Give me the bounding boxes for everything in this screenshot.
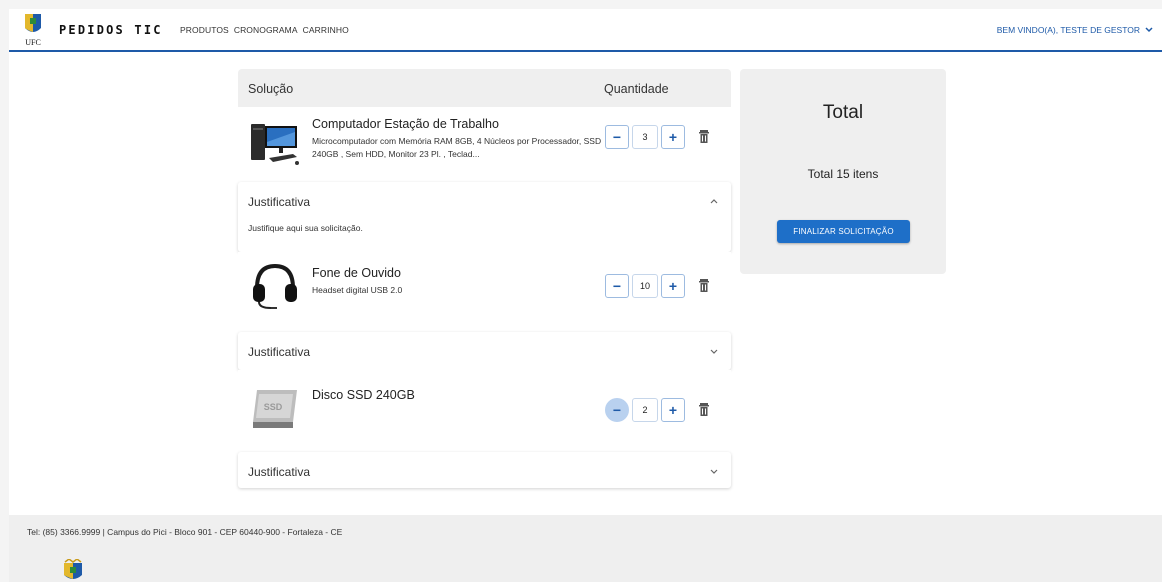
app-header: UFC PEDIDOS TIC PRODUTOS CRONOGRAMA CARR… <box>9 9 1162 52</box>
footer-contact: Tel: (85) 3366.9999 | Campus do Pici - B… <box>27 527 343 537</box>
decrement-button[interactable]: − <box>605 274 629 298</box>
decrement-button[interactable]: − <box>605 398 629 422</box>
justification-toggle[interactable]: Justificativa <box>238 182 731 220</box>
item-description: Microcomputador com Memória RAM 8GB, 4 N… <box>312 136 602 159</box>
svg-text:SSD: SSD <box>264 402 283 412</box>
computer-image <box>251 124 299 165</box>
cart-item: SSD Disco SSD 240GB − 2 + <box>238 370 731 452</box>
decrement-button[interactable]: − <box>605 125 629 149</box>
nav-carrinho[interactable]: CARRINHO <box>303 25 349 35</box>
ssd-image: SSD <box>253 390 297 428</box>
cart-header: Solução Quantidade <box>238 69 731 107</box>
logo-text: UFC <box>25 38 41 47</box>
justification-label: Justificativa <box>248 465 311 479</box>
quantity-value[interactable]: 3 <box>632 125 658 149</box>
chevron-down-icon <box>710 469 718 474</box>
user-menu[interactable]: BEM VINDO(A), TESTE DE GESTOR <box>997 25 1153 35</box>
justification-panel: Justificativa Justifique aqui sua solici… <box>238 182 731 252</box>
page: UFC PEDIDOS TIC PRODUTOS CRONOGRAMA CARR… <box>9 9 1162 582</box>
app-brand[interactable]: PEDIDOS TIC <box>59 23 163 37</box>
cart-item: Computador Estação de Trabalho Microcomp… <box>238 107 731 182</box>
quantity-stepper: − 10 + <box>605 274 685 298</box>
justification-label: Justificativa <box>248 195 311 209</box>
quantity-stepper: − 2 + <box>605 398 685 422</box>
justification-input[interactable]: Justifique aqui sua solicitação. <box>248 223 363 233</box>
justification-panel: Justificativa <box>238 452 731 488</box>
chevron-down-icon <box>1145 27 1153 33</box>
column-quantity: Quantidade <box>604 82 669 96</box>
trash-icon[interactable] <box>697 129 711 145</box>
quantity-value[interactable]: 2 <box>632 398 658 422</box>
increment-button[interactable]: + <box>661 274 685 298</box>
main-nav: PRODUTOS CRONOGRAMA CARRINHO <box>180 25 349 35</box>
finalize-button[interactable]: FINALIZAR SOLICITAÇÃO <box>777 220 910 243</box>
justification-toggle[interactable]: Justificativa <box>238 452 731 488</box>
nav-produtos[interactable]: PRODUTOS <box>180 25 229 35</box>
cart-panel: Solução Quantidade Computador Estação de… <box>238 69 731 488</box>
ufc-seal-icon <box>64 559 82 579</box>
cart-item: Fone de Ouvido Headset digital USB 2.0 −… <box>238 252 731 332</box>
justification-body: Justifique aqui sua solicitação. <box>238 220 731 252</box>
trash-icon[interactable] <box>697 402 711 418</box>
item-title: Disco SSD 240GB <box>312 388 415 402</box>
column-solution: Solução <box>248 82 294 96</box>
item-title: Fone de Ouvido <box>312 266 401 280</box>
increment-button[interactable]: + <box>661 125 685 149</box>
chevron-up-icon <box>710 199 718 204</box>
justification-panel: Justificativa <box>238 332 731 370</box>
justification-toggle[interactable]: Justificativa <box>238 332 731 370</box>
chevron-down-icon <box>710 349 718 354</box>
justification-label: Justificativa <box>248 345 311 359</box>
item-title: Computador Estação de Trabalho <box>312 117 499 131</box>
nav-cronograma[interactable]: CRONOGRAMA <box>234 25 298 35</box>
increment-button[interactable]: + <box>661 398 685 422</box>
total-card: Total Total 15 itens FINALIZAR SOLICITAÇ… <box>740 69 946 274</box>
total-title: Total <box>822 102 864 123</box>
quantity-value[interactable]: 10 <box>632 274 658 298</box>
item-description: Headset digital USB 2.0 <box>312 285 403 295</box>
quantity-stepper: − 3 + <box>605 125 685 149</box>
total-items: Total 15 itens <box>807 167 879 181</box>
trash-icon[interactable] <box>697 278 711 294</box>
user-menu-label: BEM VINDO(A), TESTE DE GESTOR <box>996 25 1140 35</box>
headset-image <box>253 263 297 309</box>
ufc-logo[interactable]: UFC <box>21 12 45 48</box>
footer: Tel: (85) 3366.9999 | Campus do Pici - B… <box>9 515 1162 582</box>
